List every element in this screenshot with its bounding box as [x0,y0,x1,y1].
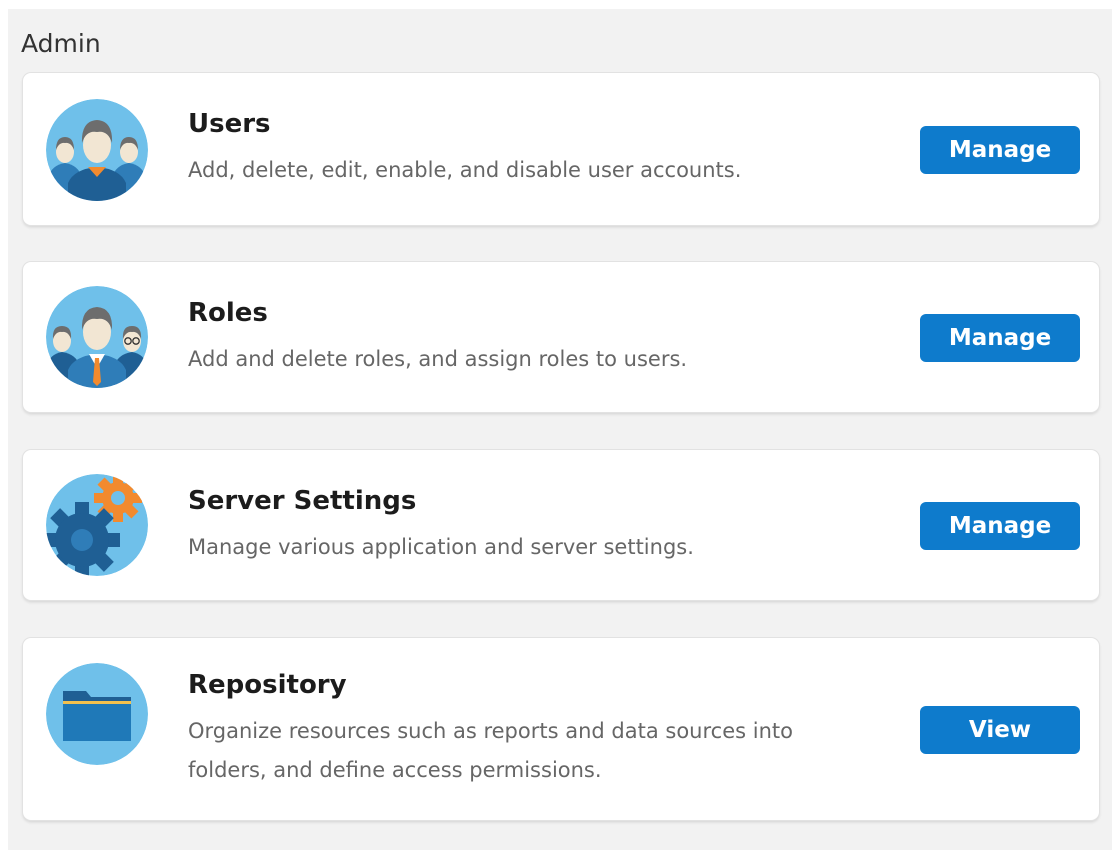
server-settings-manage-button[interactable]: Manage [920,502,1080,550]
users-description: Add, delete, edit, enable, and disable u… [188,158,742,182]
admin-panel: Admin Users Add, delete, edit, enable, a… [8,9,1112,850]
server-settings-card: Server Settings Manage various applicati… [23,450,1099,600]
roles-icon [46,286,148,388]
roles-title: Roles [188,298,268,328]
roles-card: Roles Add and delete roles, and assign r… [23,262,1099,412]
repository-view-button[interactable]: View [920,706,1080,754]
users-card: Users Add, delete, edit, enable, and dis… [23,73,1099,225]
gears-icon [46,474,148,576]
server-settings-description: Manage various application and server se… [188,535,694,559]
server-settings-title: Server Settings [188,486,417,516]
users-icon [46,99,148,201]
repository-description: Organize resources such as reports and d… [188,719,793,782]
users-title: Users [188,109,271,139]
repository-title: Repository [188,670,347,700]
users-manage-button[interactable]: Manage [920,126,1080,174]
roles-description: Add and delete roles, and assign roles t… [188,347,688,371]
repository-card: Repository Organize resources such as re… [23,638,1099,820]
roles-manage-button[interactable]: Manage [920,314,1080,362]
page-title: Admin [21,29,101,58]
folder-icon [46,663,148,765]
